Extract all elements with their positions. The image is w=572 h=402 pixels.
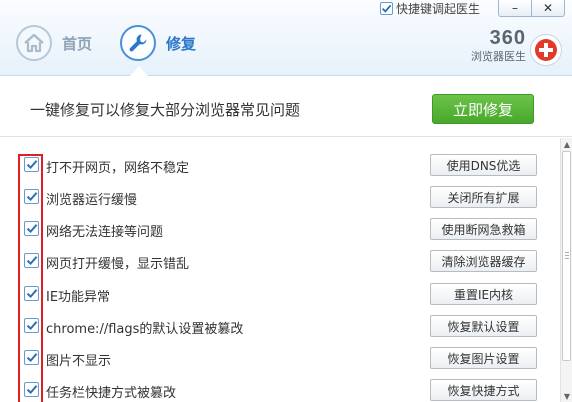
active-tab-pointer	[130, 66, 148, 76]
scroll-thumb[interactable]	[562, 151, 571, 361]
check-icon	[26, 192, 37, 202]
item-label: 图片不显示	[46, 354, 112, 369]
list-item: 打不开网页，网络不稳定 使用DNS优选	[0, 149, 560, 181]
brand-subtitle: 浏览器医生	[471, 50, 526, 63]
minimize-icon: –	[512, 1, 518, 15]
hotkey-checkbox[interactable]	[380, 2, 393, 15]
fix-now-button[interactable]: 立即修复	[432, 94, 534, 124]
check-icon	[26, 385, 37, 395]
item-checkbox[interactable]	[24, 318, 39, 333]
item-label: 浏览器运行缓慢	[46, 193, 138, 208]
wrench-icon	[120, 25, 156, 61]
repair-description: 一键修复可以修复大部分浏览器常见问题	[30, 101, 301, 119]
item-label: 任务栏快捷方式被篡改	[46, 386, 177, 401]
grip-line	[565, 252, 569, 253]
item-action-button[interactable]: 重置IE内核	[430, 283, 537, 305]
minimize-button[interactable]: –	[498, 0, 532, 17]
scroll-down-icon[interactable]: ▼	[561, 390, 572, 402]
list-item: 浏览器运行缓慢 关闭所有扩展	[0, 181, 560, 213]
item-action-button[interactable]: 清除浏览器缓存	[430, 250, 537, 272]
item-action-button[interactable]: 恢复默认设置	[430, 315, 537, 337]
item-label: 打不开网页，网络不稳定	[46, 161, 190, 176]
medical-cross-icon	[530, 34, 562, 66]
item-action-button[interactable]: 恢复快捷方式	[430, 379, 537, 401]
item-checkbox[interactable]	[24, 286, 39, 301]
list-item: 网页打开缓慢，显示错乱 清除浏览器缓存	[0, 245, 560, 277]
list-item: IE功能异常 重置IE内核	[0, 278, 560, 310]
check-icon	[26, 321, 37, 331]
home-icon	[16, 25, 52, 61]
check-icon	[26, 160, 37, 170]
close-icon: ✕	[542, 1, 554, 15]
check-icon	[26, 256, 37, 266]
problem-list: 打不开网页，网络不稳定 使用DNS优选 浏览器运行缓慢 关闭所有扩展 网络无法连…	[0, 138, 560, 402]
item-checkbox[interactable]	[24, 189, 39, 204]
item-action-button[interactable]: 恢复图片设置	[430, 347, 537, 369]
tab-repair[interactable]: 修复	[120, 20, 196, 66]
grip-line	[565, 258, 569, 259]
brand-name: 360	[489, 27, 526, 49]
item-checkbox[interactable]	[24, 382, 39, 397]
hotkey-label: 快捷键调起医生	[396, 2, 481, 16]
list-scrollbar[interactable]: ▲ ▼	[560, 138, 572, 402]
item-label: 网页打开缓慢，显示错乱	[46, 257, 190, 272]
check-icon	[26, 224, 37, 234]
close-button[interactable]: ✕	[531, 0, 565, 17]
item-label: IE功能异常	[46, 290, 111, 305]
header-bar: 快捷键调起医生 – ✕ 首页 修复 360 浏览器医生	[0, 0, 572, 76]
list-item: 网络无法连接等问题 使用断网急救箱	[0, 213, 560, 245]
item-action-button[interactable]: 关闭所有扩展	[430, 186, 537, 208]
grip-line	[565, 255, 569, 256]
scroll-up-icon[interactable]: ▲	[561, 138, 572, 150]
item-checkbox[interactable]	[24, 253, 39, 268]
item-checkbox[interactable]	[24, 221, 39, 236]
item-label: 网络无法连接等问题	[46, 225, 164, 240]
tab-repair-label: 修复	[166, 34, 197, 53]
tab-home-label: 首页	[62, 34, 93, 53]
tab-home[interactable]: 首页	[16, 20, 92, 66]
hotkey-option[interactable]: 快捷键调起医生	[380, 0, 480, 17]
item-checkbox[interactable]	[24, 157, 39, 172]
item-checkbox[interactable]	[24, 350, 39, 365]
list-item: 图片不显示 恢复图片设置	[0, 342, 560, 374]
item-action-button[interactable]: 使用DNS优选	[430, 154, 537, 176]
list-item: chrome://flags的默认设置被篡改 恢复默认设置	[0, 310, 560, 342]
item-action-button[interactable]: 使用断网急救箱	[430, 218, 537, 240]
item-label: chrome://flags的默认设置被篡改	[46, 322, 244, 337]
check-icon	[26, 353, 37, 363]
list-item: 任务栏快捷方式被篡改 恢复快捷方式	[0, 374, 560, 402]
check-icon	[26, 289, 37, 299]
brand-block: 360 浏览器医生	[458, 28, 526, 64]
